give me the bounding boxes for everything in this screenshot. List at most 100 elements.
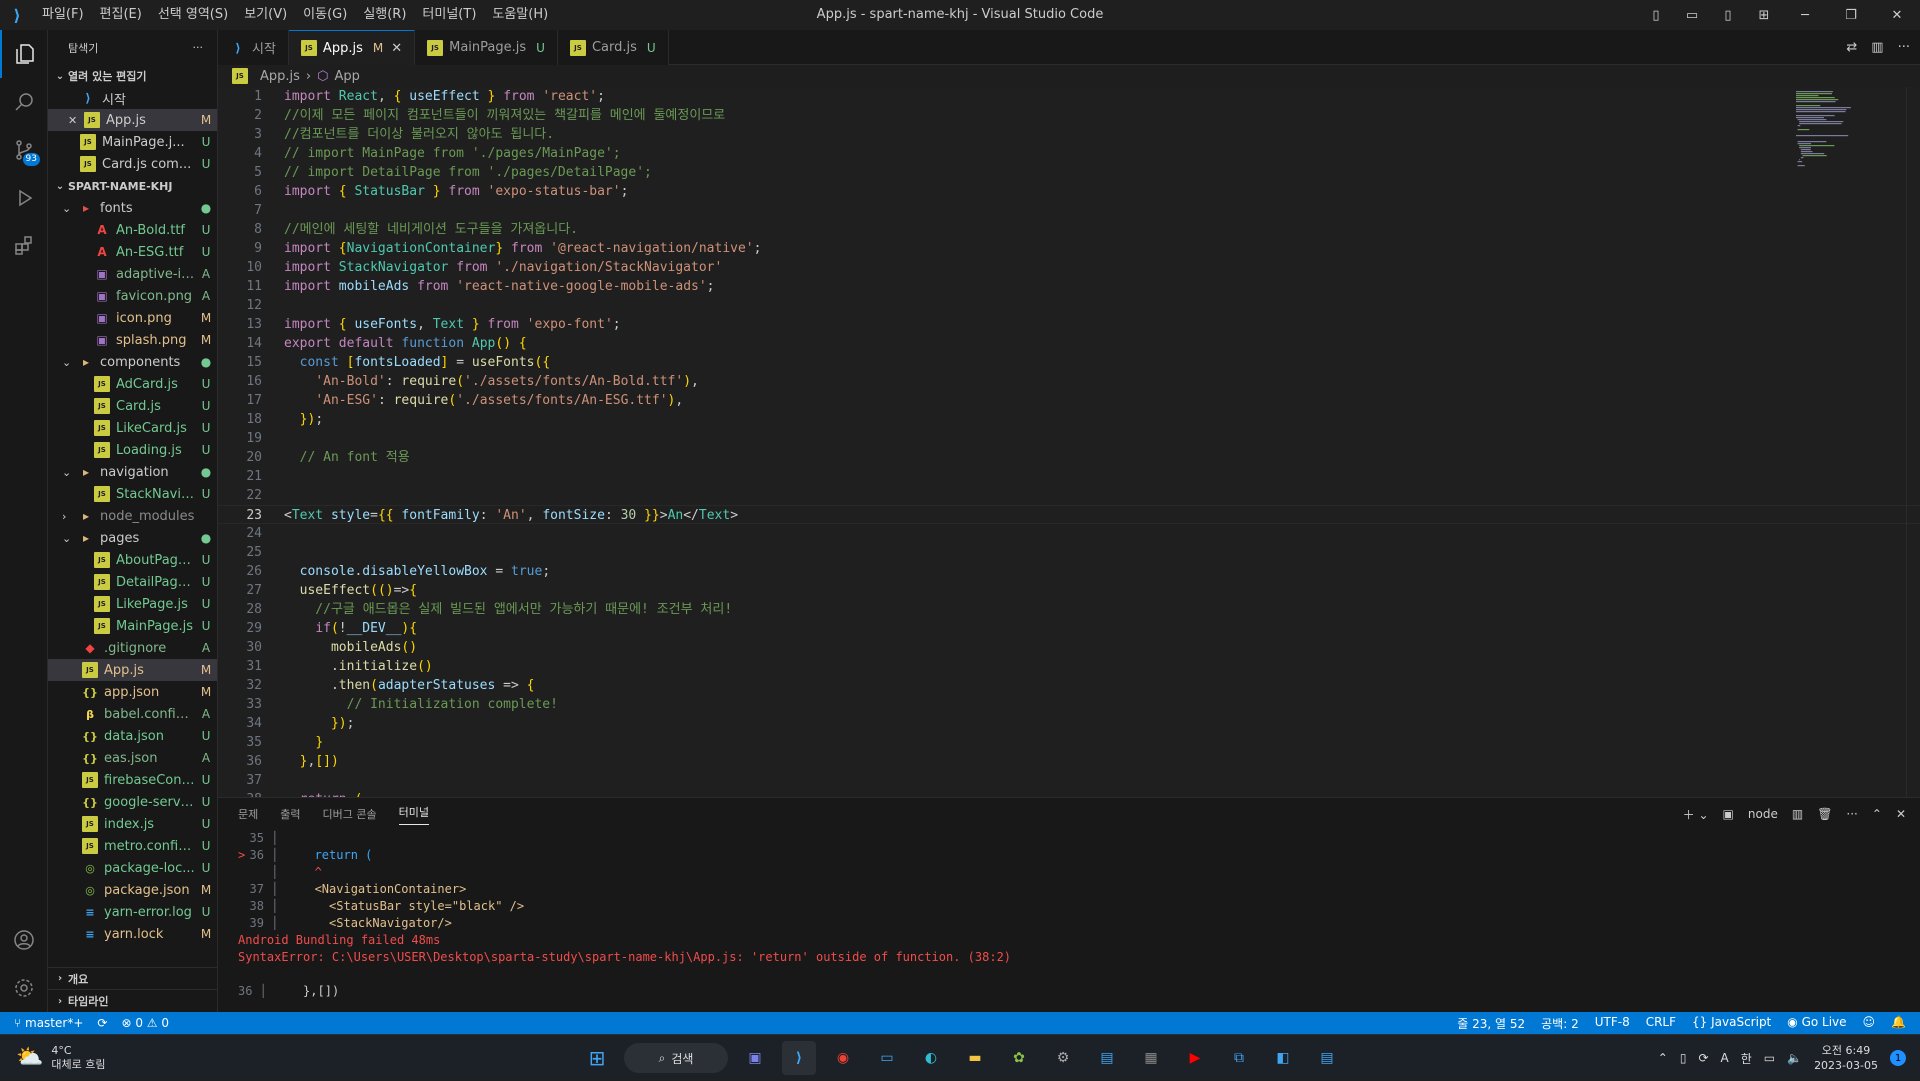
timeline-section[interactable]: › 타임라인 [48,990,217,1012]
app-icon[interactable]: ✿ [1002,1041,1036,1075]
new-terminal-icon[interactable]: ＋ ⌄ [1683,806,1709,823]
file-item[interactable]: JS Loading.js U [48,439,217,461]
settings-icon[interactable]: ⚙ [1046,1041,1080,1075]
menu-item[interactable]: 보기(V) [236,0,295,30]
tab-output[interactable]: 출력 [280,806,300,822]
compare-changes-icon[interactable]: ⇄ [1846,40,1857,55]
app-icon[interactable]: ▤ [1090,1041,1124,1075]
network-icon[interactable]: ▭ [1764,1051,1775,1065]
file-item[interactable]: ≡ yarn.lock M [48,923,217,945]
search-icon[interactable] [0,78,48,126]
file-item[interactable]: JS index.js U [48,813,217,835]
folder-item[interactable]: ⌄ ▸ navigation ● [48,461,217,483]
branch-indicator[interactable]: ⑂ master*+ [14,1016,83,1030]
usb-icon[interactable]: ▯ [1680,1051,1687,1065]
menu-item[interactable]: 편집(E) [92,0,150,30]
close-icon[interactable]: ✕ [391,41,402,56]
go-live-button[interactable]: ◉ Go Live [1787,1015,1846,1032]
split-terminal-icon[interactable]: ▥ [1792,807,1803,821]
file-item[interactable]: JS DetailPage.js U [48,571,217,593]
input-language[interactable]: A [1721,1051,1729,1065]
ime-mode[interactable]: 한 [1741,1050,1752,1067]
bell-icon[interactable]: 🔔 [1891,1015,1906,1032]
vscode-taskbar-icon[interactable]: ⟩ [782,1041,816,1075]
windows-start-icon[interactable]: ⊞ [580,1041,614,1075]
clock[interactable]: 오전 6:49 2023-03-05 [1814,1043,1878,1073]
teams-chat-icon[interactable]: ▣ [738,1041,772,1075]
file-item[interactable]: JS AdCard.js U [48,373,217,395]
file-item[interactable]: JS AboutPage.js U [48,549,217,571]
toggle-panel-icon[interactable]: ▭ [1674,0,1710,30]
network-app-icon[interactable]: ⧉ [1222,1041,1256,1075]
more-actions-icon[interactable]: ··· [1898,40,1910,55]
file-item[interactable]: JS LikeCard.js U [48,417,217,439]
volume-icon[interactable]: 🔈 [1787,1051,1802,1065]
file-item[interactable]: {} data.json U [48,725,217,747]
trash-icon[interactable]: 🗑 [1817,807,1832,821]
problems-indicator[interactable]: ⊗ 0 ⚠ 0 [121,1016,169,1030]
menu-item[interactable]: 도움말(H) [484,0,556,30]
desktop-icon[interactable]: ▭ [870,1041,904,1075]
file-item[interactable]: JS App.js M [48,659,217,681]
encoding[interactable]: UTF-8 [1595,1015,1630,1032]
more-actions-icon[interactable]: ··· [1846,807,1857,821]
file-item[interactable]: JS LikePage.js U [48,593,217,615]
folder-item[interactable]: ⌄ ▸ fonts ● [48,197,217,219]
terminal-output[interactable]: 35 │ >36 │ return ( │ ^ 37 │ <NavigationC… [218,830,1920,1000]
menu-item[interactable]: 파일(F) [34,0,92,30]
split-editor-icon[interactable]: ▥ [1871,40,1883,55]
tab-card-js[interactable]: JS Card.js U [557,30,669,65]
notification-badge[interactable]: 1 [1890,1050,1906,1066]
tab-start[interactable]: ⟩ 시작 [218,30,289,65]
file-explorer-icon[interactable]: ▬ [958,1041,992,1075]
file-item[interactable]: ▣ icon.png M [48,307,217,329]
outline-section[interactable]: › 개요 [48,968,217,990]
app-icon[interactable]: ▦ [1134,1041,1168,1075]
file-item[interactable]: ≡ yarn-error.log U [48,901,217,923]
file-item[interactable]: A An-Bold.ttf U [48,219,217,241]
tab-problems[interactable]: 문제 [238,806,258,822]
vertical-scrollbar[interactable] [1906,87,1920,797]
project-section[interactable]: ⌄ SPART-NAME-KHJ [48,175,217,197]
weather-widget[interactable]: ⛅ 4°C 대체로 흐림 [0,1044,106,1072]
language-mode[interactable]: {} JavaScript [1692,1015,1771,1032]
file-item[interactable]: A An-ESG.ttf U [48,241,217,263]
close-panel-icon[interactable]: ✕ [1896,807,1906,821]
menu-item[interactable]: 실행(R) [355,0,414,30]
settings-gear-icon[interactable] [0,964,48,1012]
indentation[interactable]: 공백: 2 [1541,1015,1579,1032]
tab-terminal[interactable]: 터미널 [398,804,429,825]
run-debug-icon[interactable] [0,174,48,222]
explorer-icon[interactable] [0,30,48,78]
file-item[interactable]: ▣ adaptive-ic... A [48,263,217,285]
file-item[interactable]: {} eas.json A [48,747,217,769]
menu-item[interactable]: 터미널(T) [414,0,484,30]
youtube-icon[interactable]: ▶ [1178,1041,1212,1075]
sync-icon[interactable]: ⟳ [97,1016,107,1030]
breadcrumb-symbol[interactable]: App [334,69,359,84]
file-item[interactable]: β babel.config.js A [48,703,217,725]
taskbar-search[interactable]: ⌕ 검색 [624,1043,728,1073]
open-editor-item[interactable]: ✕ JS App.js M [48,109,217,131]
maximize-panel-icon[interactable]: ⌃ [1872,807,1882,821]
maximize-button[interactable]: ❐ [1828,0,1874,30]
open-editors-section[interactable]: ⌄ 열려 있는 편집기 [48,65,217,87]
close-icon[interactable]: ✕ [68,114,84,127]
tab-mainpage-js[interactable]: JS MainPage.js U [415,30,558,65]
file-item[interactable]: JS MainPage.js U [48,615,217,637]
open-editor-item[interactable]: JS Card.js com... U [48,153,217,175]
file-item[interactable]: JS firebaseConf... U [48,769,217,791]
file-item[interactable]: {} app.json M [48,681,217,703]
extensions-icon[interactable] [0,222,48,270]
file-item[interactable]: ◎ package-loc... U [48,857,217,879]
file-item[interactable]: {} google-servi... U [48,791,217,813]
file-item[interactable]: ▣ favicon.png A [48,285,217,307]
minimize-button[interactable]: ─ [1782,0,1828,30]
cursor-position[interactable]: 줄 23, 열 52 [1457,1015,1525,1032]
file-item[interactable]: JS metro.config.js U [48,835,217,857]
file-item[interactable]: ◎ package.json M [48,879,217,901]
notepad-icon[interactable]: ▤ [1310,1041,1344,1075]
open-editor-item[interactable]: JS MainPage.j... U [48,131,217,153]
tab-app-js[interactable]: JS App.js M ✕ [288,30,416,65]
file-item[interactable]: ◆ .gitignore A [48,637,217,659]
